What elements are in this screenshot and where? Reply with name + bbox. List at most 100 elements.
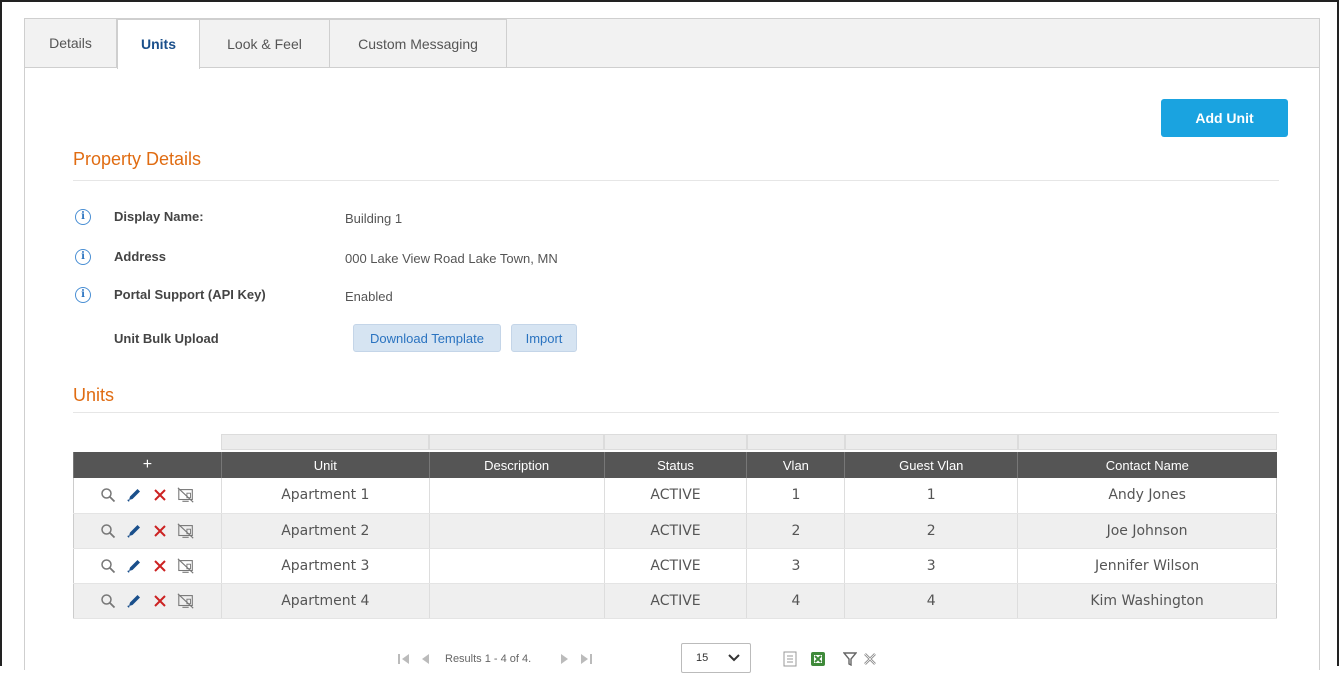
delete-icon[interactable] [151,486,169,504]
import-button[interactable]: Import [511,324,577,352]
filter-row [73,432,1277,452]
filter-icon[interactable] [843,647,857,671]
column-header-unit[interactable]: Unit [220,452,430,478]
next-page-icon[interactable] [559,647,571,671]
delete-icon[interactable] [151,557,169,575]
cell-status: ACTIVE [603,548,747,584]
download-template-button[interactable]: Download Template [353,324,501,352]
table-row[interactable]: Apartment 4 ACTIVE 4 4 Kim Washington [73,583,1277,619]
cell-contact-name: Andy Jones [1017,478,1277,514]
app-frame: Details Units Look & Feel Custom Messagi… [0,0,1339,673]
filter-description[interactable] [429,432,605,452]
tab-details[interactable]: Details [25,19,117,68]
address-label: Address [114,249,167,264]
filter-status[interactable] [604,432,747,452]
add-unit-button[interactable]: Add Unit [1161,99,1288,137]
info-icon[interactable]: i [75,209,91,225]
previous-page-icon[interactable] [419,647,431,671]
disable-display-icon[interactable] [177,486,195,504]
display-name-value: Building 1 [345,211,403,226]
table-row[interactable]: Apartment 2 ACTIVE 2 2 Joe Johnson [73,513,1277,549]
address-value: 000 Lake View Road Lake Town, MN [345,251,558,266]
last-page-icon[interactable] [579,647,593,671]
row-actions [73,548,222,584]
cell-vlan: 2 [746,513,845,549]
table-row[interactable]: Apartment 3 ACTIVE 3 3 Jennifer Wilson [73,548,1277,584]
export-document-icon[interactable] [783,647,797,671]
table-header: + Unit Description Status Vlan Guest Vla… [73,452,1277,478]
section-divider [73,412,1279,413]
page-size-select[interactable]: 15 [681,643,751,673]
info-icon[interactable]: i [75,249,91,265]
cell-status: ACTIVE [603,478,747,514]
cell-contact-name: Jennifer Wilson [1017,548,1277,584]
filter-contact-name[interactable] [1017,432,1277,452]
filter-cell-empty [73,432,222,452]
cell-description [428,478,605,514]
cell-unit: Apartment 3 [220,548,430,584]
delete-icon[interactable] [151,522,169,540]
portal-support-label: Portal Support (API Key) [114,287,266,302]
column-header-status[interactable]: Status [603,452,747,478]
unit-bulk-upload-label: Unit Bulk Upload [114,331,219,346]
cell-description [428,583,605,619]
chevron-down-icon [728,654,740,662]
portal-support-value: Enabled [345,289,393,304]
filter-unit[interactable] [221,432,430,452]
row-actions [73,583,222,619]
cell-status: ACTIVE [603,513,747,549]
cell-guest-vlan: 3 [844,548,1018,584]
column-header-contact-name[interactable]: Contact Name [1017,452,1277,478]
disable-display-icon[interactable] [177,557,195,575]
section-divider [73,180,1279,181]
export-excel-icon[interactable] [810,647,826,671]
first-page-icon[interactable] [397,647,411,671]
content-panel: Details Units Look & Feel Custom Messagi… [24,18,1321,673]
delete-icon[interactable] [151,592,169,610]
cell-vlan: 1 [746,478,845,514]
clear-filter-icon[interactable] [863,647,877,671]
cell-status: ACTIVE [603,583,747,619]
units-table: + Unit Description Status Vlan Guest Vla… [73,432,1277,619]
pagination-bar: Results 1 - 4 of 4. 15 [25,643,1321,673]
column-header-guest-vlan[interactable]: Guest Vlan [844,452,1018,478]
column-header-description[interactable]: Description [428,452,605,478]
edit-icon[interactable] [125,557,143,575]
cell-contact-name: Kim Washington [1017,583,1277,619]
page-size-value: 15 [696,652,709,664]
cell-description [428,513,605,549]
disable-display-icon[interactable] [177,592,195,610]
view-icon[interactable] [99,557,117,575]
filter-guest-vlan[interactable] [844,432,1018,452]
cell-unit: Apartment 4 [220,583,430,619]
tab-bar: Details Units Look & Feel Custom Messagi… [25,19,1319,69]
edit-icon[interactable] [125,522,143,540]
cell-guest-vlan: 4 [844,583,1018,619]
cell-guest-vlan: 1 [844,478,1018,514]
cell-contact-name: Joe Johnson [1017,513,1277,549]
view-icon[interactable] [99,522,117,540]
cell-vlan: 3 [746,548,845,584]
view-icon[interactable] [99,486,117,504]
filter-vlan[interactable] [746,432,845,452]
row-actions [73,478,222,514]
units-title: Units [73,385,115,405]
cell-description [428,548,605,584]
disable-display-icon[interactable] [177,522,195,540]
results-summary: Results 1 - 4 of 4. [445,653,532,665]
view-icon[interactable] [99,592,117,610]
tab-custom-messaging[interactable]: Custom Messaging [330,19,507,68]
edit-icon[interactable] [125,592,143,610]
tab-look-and-feel[interactable]: Look & Feel [200,19,330,68]
display-name-label: Display Name: [114,209,204,224]
property-details-title: Property Details [73,149,202,169]
column-header-vlan[interactable]: Vlan [746,452,845,478]
edit-icon[interactable] [125,486,143,504]
cell-vlan: 4 [746,583,845,619]
tab-units[interactable]: Units [117,19,200,69]
add-row-button[interactable]: + [73,452,222,478]
row-actions [73,513,222,549]
table-row[interactable]: Apartment 1 ACTIVE 1 1 Andy Jones [73,478,1277,514]
cell-unit: Apartment 2 [220,513,430,549]
info-icon[interactable]: i [75,287,91,303]
